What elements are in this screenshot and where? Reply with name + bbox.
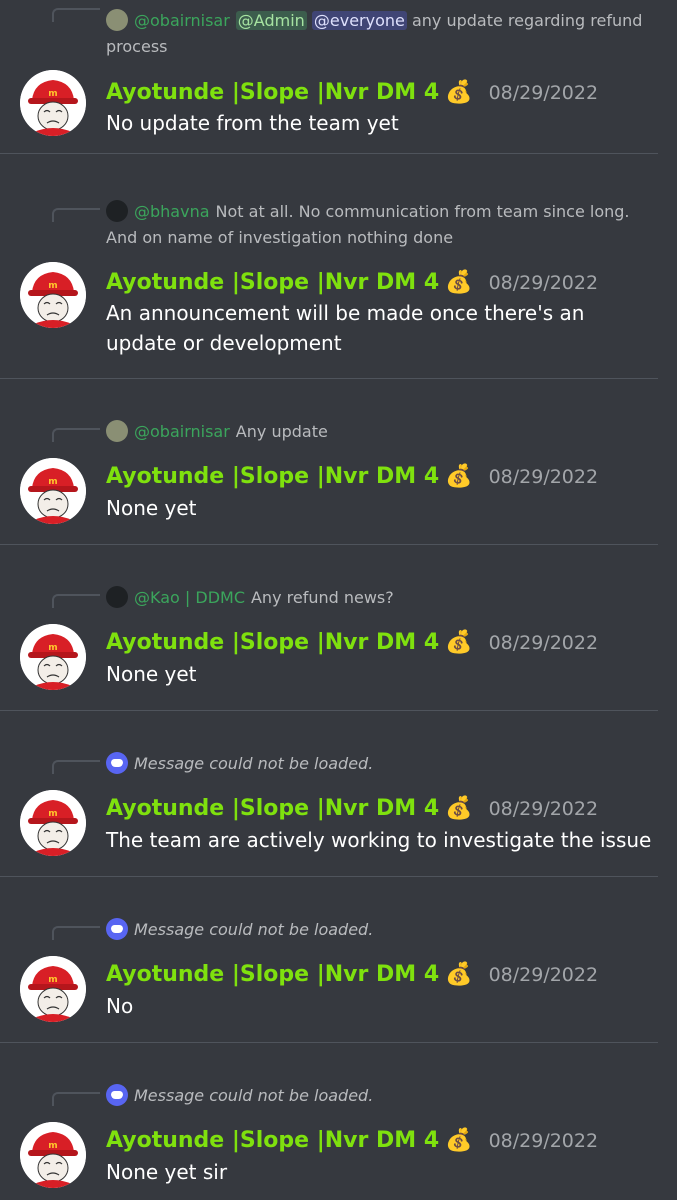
avatar[interactable]: m — [20, 70, 86, 136]
svg-text:m: m — [48, 643, 57, 653]
message-divider — [0, 544, 658, 545]
money-bag-icon: 💰 — [445, 80, 473, 105]
reply-avatar — [106, 9, 128, 31]
username[interactable]: Ayotunde |Slope |Nvr DM 4 — [106, 962, 439, 987]
discord-icon — [106, 918, 128, 940]
timestamp: 08/29/2022 — [488, 632, 599, 654]
message-content: The team are actively working to investi… — [106, 828, 652, 852]
timestamp: 08/29/2022 — [488, 466, 599, 488]
username[interactable]: Ayotunde |Slope |Nvr DM 4 — [106, 80, 439, 105]
username[interactable]: Ayotunde |Slope |Nvr DM 4 — [106, 1128, 439, 1153]
money-bag-icon: 💰 — [445, 464, 473, 489]
wojak-mcdonalds-avatar-icon: m — [20, 1122, 86, 1188]
reply-username[interactable]: @bhavna — [134, 202, 210, 221]
timestamp: 08/29/2022 — [488, 964, 599, 986]
avatar[interactable]: m — [20, 1122, 86, 1188]
reply-spine — [52, 208, 100, 222]
message-divider — [0, 710, 658, 711]
reply-spine — [52, 594, 100, 608]
svg-text:m: m — [48, 975, 57, 985]
wojak-mcdonalds-avatar-icon: m — [20, 790, 86, 856]
money-bag-icon: 💰 — [445, 270, 473, 295]
avatar[interactable]: m — [20, 956, 86, 1022]
wojak-mcdonalds-avatar-icon: m — [20, 624, 86, 690]
reply-spine — [52, 8, 100, 22]
message-content: No — [106, 994, 134, 1018]
reply-unloaded-text: Message could not be loaded. — [134, 1086, 374, 1105]
reply-avatar — [106, 586, 128, 608]
avatar[interactable]: m — [20, 624, 86, 690]
username[interactable]: Ayotunde |Slope |Nvr DM 4 — [106, 464, 439, 489]
reply-avatar — [106, 200, 128, 222]
reply-spine — [52, 1092, 100, 1106]
svg-text:m: m — [48, 281, 57, 291]
reply-avatar — [106, 420, 128, 442]
reply-preview[interactable]: @obairnisar @Admin @everyone any update r… — [106, 8, 657, 60]
reply-unloaded-text: Message could not be loaded. — [134, 754, 374, 773]
reply-username[interactable]: @obairnisar — [134, 422, 230, 441]
reply-unloaded-text: Message could not be loaded. — [134, 920, 374, 939]
svg-text:m: m — [48, 809, 57, 819]
wojak-mcdonalds-avatar-icon: m — [20, 262, 86, 328]
wojak-mcdonalds-avatar-icon: m — [20, 70, 86, 136]
reply-preview[interactable]: @Kao | DDMC Any refund news? — [106, 585, 657, 611]
money-bag-icon: 💰 — [445, 962, 473, 987]
timestamp: 08/29/2022 — [488, 798, 599, 820]
svg-text:m: m — [48, 477, 57, 487]
message-content: None yet sir — [106, 1160, 228, 1184]
discord-icon — [106, 752, 128, 774]
message-divider — [0, 1042, 658, 1043]
mention-everyone[interactable]: @everyone — [311, 11, 407, 30]
wojak-mcdonalds-avatar-icon: m — [20, 458, 86, 524]
timestamp: 08/29/2022 — [488, 272, 599, 294]
message-divider — [0, 378, 658, 379]
reply-preview[interactable]: Message could not be loaded. — [106, 1083, 657, 1109]
reply-preview[interactable]: Message could not be loaded. — [106, 917, 657, 943]
username[interactable]: Ayotunde |Slope |Nvr DM 4 — [106, 630, 439, 655]
svg-text:m: m — [48, 89, 57, 99]
mention-admin[interactable]: @Admin — [235, 11, 307, 30]
username[interactable]: Ayotunde |Slope |Nvr DM 4 — [106, 270, 439, 295]
username[interactable]: Ayotunde |Slope |Nvr DM 4 — [106, 796, 439, 821]
message-divider — [0, 876, 658, 877]
reply-text: Any refund news? — [250, 588, 394, 607]
wojak-mcdonalds-avatar-icon: m — [20, 956, 86, 1022]
message[interactable]: @obairnisar @Admin @everyone any update r… — [0, 0, 677, 153]
money-bag-icon: 💰 — [445, 630, 473, 655]
message[interactable]: @Kao | DDMC Any refund news? m Ayotunde |… — [0, 585, 677, 710]
message[interactable]: @obairnisar Any update m Ayotunde |Slope … — [0, 419, 677, 544]
message-divider — [0, 153, 658, 154]
avatar[interactable]: m — [20, 458, 86, 524]
reply-preview[interactable]: @obairnisar Any update — [106, 419, 657, 445]
message-content: No update from the team yet — [106, 111, 399, 135]
message[interactable]: Message could not be loaded. m Ayotunde … — [0, 917, 677, 1042]
reply-text: Any update — [235, 422, 328, 441]
money-bag-icon: 💰 — [445, 1128, 473, 1153]
reply-preview[interactable]: Message could not be loaded. — [106, 751, 657, 777]
reply-username[interactable]: @obairnisar — [134, 11, 230, 30]
money-bag-icon: 💰 — [445, 796, 473, 821]
message-content: An announcement will be made once there'… — [106, 301, 585, 355]
message[interactable]: Message could not be loaded. m Ayotunde … — [0, 751, 677, 876]
reply-username[interactable]: @Kao | DDMC — [134, 588, 245, 607]
reply-spine — [52, 760, 100, 774]
reply-spine — [52, 428, 100, 442]
avatar[interactable]: m — [20, 262, 86, 328]
svg-text:m: m — [48, 1141, 57, 1151]
discord-icon — [106, 1084, 128, 1106]
reply-preview[interactable]: @bhavna Not at all. No communication from… — [106, 199, 657, 251]
message-content: None yet — [106, 496, 197, 520]
message-content: None yet — [106, 662, 197, 686]
message[interactable]: Message could not be loaded. m Ayotunde … — [0, 1083, 677, 1200]
timestamp: 08/29/2022 — [488, 82, 599, 104]
timestamp: 08/29/2022 — [488, 1130, 599, 1152]
message[interactable]: @bhavna Not at all. No communication from… — [0, 199, 677, 378]
reply-spine — [52, 926, 100, 940]
avatar[interactable]: m — [20, 790, 86, 856]
